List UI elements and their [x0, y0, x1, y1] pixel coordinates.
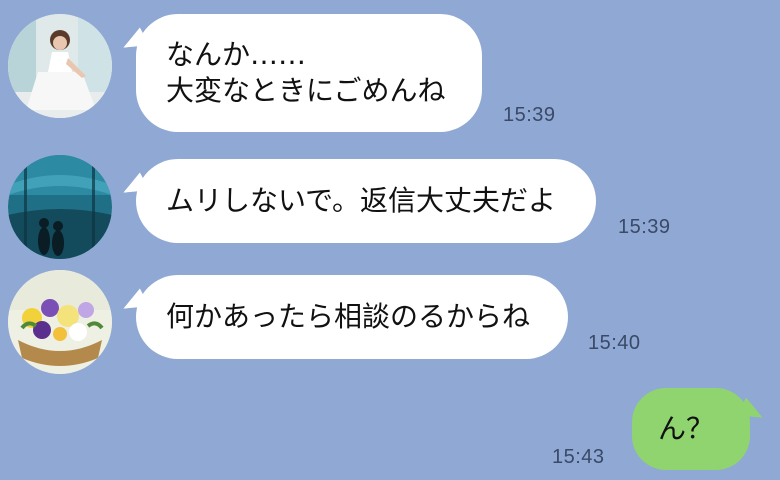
message-timestamp: 15:39: [618, 216, 671, 238]
message-bubble[interactable]: ムリしないで。返信大丈夫だよ: [136, 159, 596, 243]
message-timestamp: 15:39: [503, 104, 556, 126]
flowers-avatar-icon[interactable]: [8, 270, 112, 374]
chat-area: なんか…… 大変なときにごめんね 15:39 ムリしないで。返信大丈夫だよ 15…: [0, 0, 780, 480]
bride-avatar-icon[interactable]: [8, 14, 112, 118]
message-timestamp: 15:43: [552, 446, 605, 468]
message-bubble[interactable]: ん？: [632, 388, 750, 470]
message-bubble[interactable]: なんか…… 大変なときにごめんね: [136, 14, 482, 132]
message-bubble[interactable]: 何かあったら相談のるからね: [136, 275, 568, 359]
aquarium-avatar-icon[interactable]: [8, 155, 112, 259]
message-timestamp: 15:40: [588, 332, 641, 354]
